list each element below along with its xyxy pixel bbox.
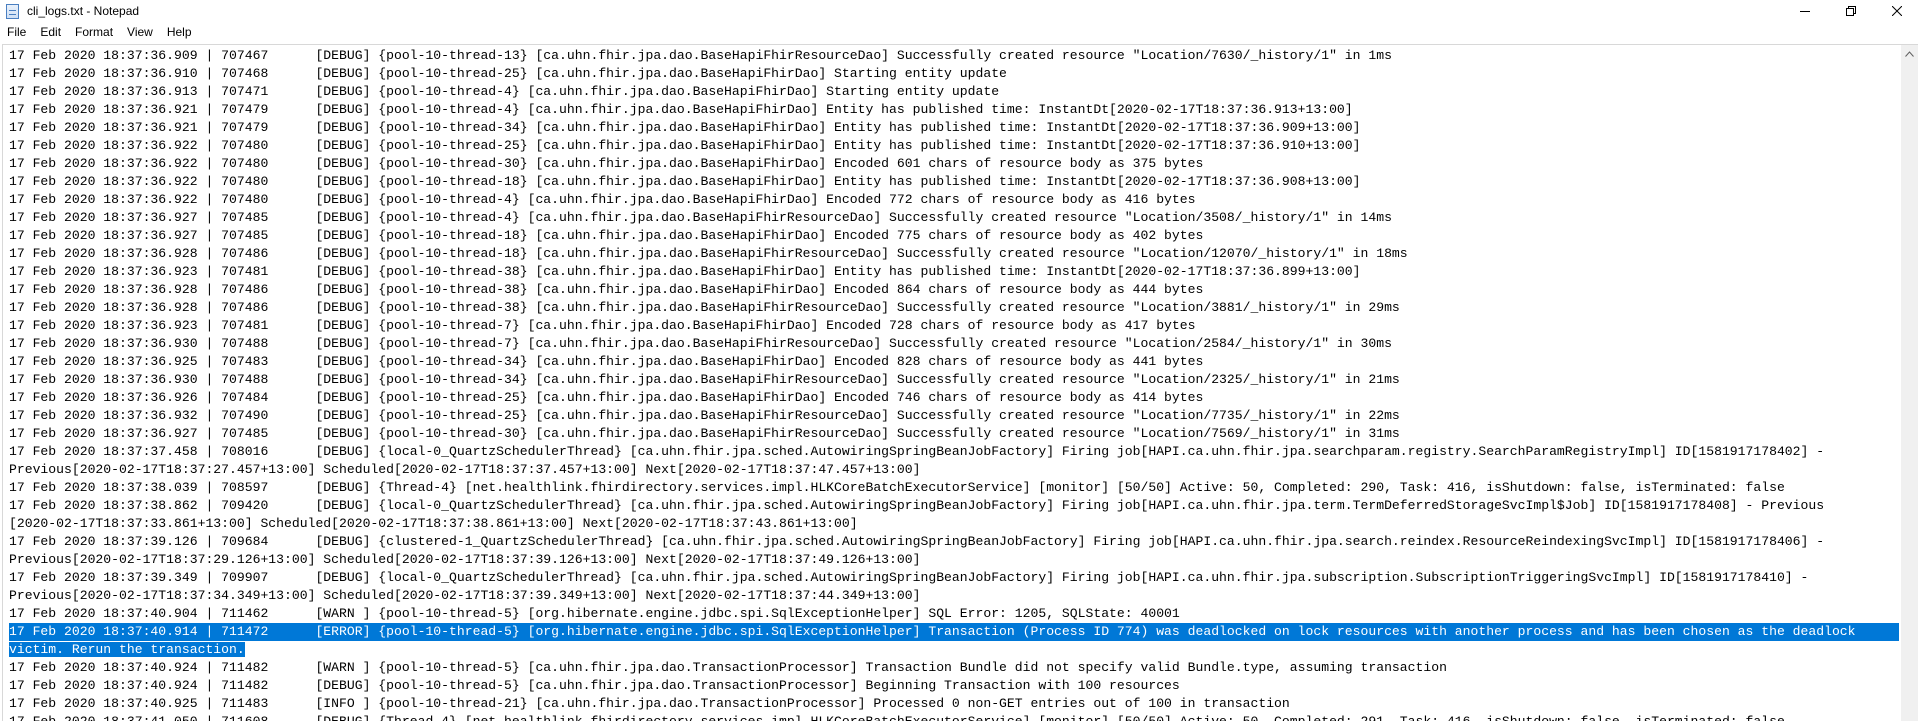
- log-line[interactable]: victim. Rerun the transaction.: [9, 641, 1899, 659]
- log-line[interactable]: 17 Feb 2020 18:37:38.862 | 709420 [DEBUG…: [9, 497, 1899, 515]
- log-line[interactable]: 17 Feb 2020 18:37:41.050 | 711608 [DEBUG…: [9, 713, 1899, 721]
- log-line[interactable]: Previous[2020-02-17T18:37:27.457+13:00] …: [9, 461, 1899, 479]
- close-button[interactable]: [1874, 0, 1920, 22]
- minimize-button[interactable]: [1782, 0, 1828, 22]
- log-line[interactable]: 17 Feb 2020 18:37:36.913 | 707471 [DEBUG…: [9, 83, 1899, 101]
- vertical-scrollbar[interactable]: [1901, 45, 1918, 721]
- log-line[interactable]: 17 Feb 2020 18:37:36.923 | 707481 [DEBUG…: [9, 317, 1899, 335]
- log-line[interactable]: 17 Feb 2020 18:37:36.927 | 707485 [DEBUG…: [9, 227, 1899, 245]
- close-icon: [1892, 6, 1902, 16]
- menu-bar: File Edit Format View Help: [0, 22, 1920, 42]
- text-editor[interactable]: 17 Feb 2020 18:37:36.909 | 707467 [DEBUG…: [2, 44, 1918, 721]
- menu-view[interactable]: View: [120, 22, 160, 42]
- log-line[interactable]: 17 Feb 2020 18:37:36.927 | 707485 [DEBUG…: [9, 425, 1899, 443]
- log-line[interactable]: 17 Feb 2020 18:37:36.922 | 707480 [DEBUG…: [9, 173, 1899, 191]
- log-line[interactable]: 17 Feb 2020 18:37:36.930 | 707488 [DEBUG…: [9, 371, 1899, 389]
- menu-help[interactable]: Help: [160, 22, 199, 42]
- text-content[interactable]: 17 Feb 2020 18:37:36.909 | 707467 [DEBUG…: [9, 47, 1899, 721]
- log-line[interactable]: 17 Feb 2020 18:37:37.458 | 708016 [DEBUG…: [9, 443, 1899, 461]
- log-line[interactable]: 17 Feb 2020 18:37:36.928 | 707486 [DEBUG…: [9, 245, 1899, 263]
- selected-text: victim. Rerun the transaction.: [9, 642, 245, 657]
- log-line[interactable]: [2020-02-17T18:37:33.861+13:00] Schedule…: [9, 515, 1899, 533]
- log-line[interactable]: 17 Feb 2020 18:37:36.925 | 707483 [DEBUG…: [9, 353, 1899, 371]
- log-line[interactable]: 17 Feb 2020 18:37:40.924 | 711482 [WARN …: [9, 659, 1899, 677]
- log-line[interactable]: 17 Feb 2020 18:37:36.910 | 707468 [DEBUG…: [9, 65, 1899, 83]
- log-line[interactable]: 17 Feb 2020 18:37:36.922 | 707480 [DEBUG…: [9, 155, 1899, 173]
- log-line[interactable]: 17 Feb 2020 18:37:36.922 | 707480 [DEBUG…: [9, 191, 1899, 209]
- log-line[interactable]: 17 Feb 2020 18:37:38.039 | 708597 [DEBUG…: [9, 479, 1899, 497]
- log-line[interactable]: 17 Feb 2020 18:37:36.927 | 707485 [DEBUG…: [9, 209, 1899, 227]
- window-title: cli_logs.txt - Notepad: [27, 4, 140, 18]
- log-line[interactable]: 17 Feb 2020 18:37:40.924 | 711482 [DEBUG…: [9, 677, 1899, 695]
- log-line[interactable]: 17 Feb 2020 18:37:40.925 | 711483 [INFO …: [9, 695, 1899, 713]
- menu-file[interactable]: File: [0, 22, 33, 42]
- log-line[interactable]: 17 Feb 2020 18:37:39.126 | 709684 [DEBUG…: [9, 533, 1899, 551]
- log-line[interactable]: 17 Feb 2020 18:37:36.928 | 707486 [DEBUG…: [9, 281, 1899, 299]
- title-bar: cli_logs.txt - Notepad: [0, 0, 1920, 22]
- window-controls: [1782, 0, 1920, 22]
- log-line[interactable]: 17 Feb 2020 18:37:36.922 | 707480 [DEBUG…: [9, 137, 1899, 155]
- log-line[interactable]: 17 Feb 2020 18:37:40.904 | 711462 [WARN …: [9, 605, 1899, 623]
- notepad-icon: [6, 3, 19, 19]
- restore-button[interactable]: [1828, 0, 1874, 22]
- log-line[interactable]: 17 Feb 2020 18:37:40.914 | 711472 [ERROR…: [9, 623, 1899, 641]
- restore-icon: [1846, 6, 1856, 16]
- scroll-up-button[interactable]: [1901, 45, 1918, 62]
- menu-edit[interactable]: Edit: [33, 22, 68, 42]
- log-line[interactable]: 17 Feb 2020 18:37:36.923 | 707481 [DEBUG…: [9, 263, 1899, 281]
- log-line[interactable]: 17 Feb 2020 18:37:36.909 | 707467 [DEBUG…: [9, 47, 1899, 65]
- log-line[interactable]: Previous[2020-02-17T18:37:34.349+13:00] …: [9, 587, 1899, 605]
- log-line[interactable]: 17 Feb 2020 18:37:36.921 | 707479 [DEBUG…: [9, 119, 1899, 137]
- log-line[interactable]: 17 Feb 2020 18:37:36.921 | 707479 [DEBUG…: [9, 101, 1899, 119]
- log-line[interactable]: Previous[2020-02-17T18:37:29.126+13:00] …: [9, 551, 1899, 569]
- log-line[interactable]: 17 Feb 2020 18:37:36.928 | 707486 [DEBUG…: [9, 299, 1899, 317]
- log-line[interactable]: 17 Feb 2020 18:37:36.930 | 707488 [DEBUG…: [9, 335, 1899, 353]
- log-line[interactable]: 17 Feb 2020 18:37:36.926 | 707484 [DEBUG…: [9, 389, 1899, 407]
- log-line[interactable]: 17 Feb 2020 18:37:36.932 | 707490 [DEBUG…: [9, 407, 1899, 425]
- chevron-up-icon: [1905, 50, 1914, 57]
- log-line[interactable]: 17 Feb 2020 18:37:39.349 | 709907 [DEBUG…: [9, 569, 1899, 587]
- menu-format[interactable]: Format: [68, 22, 120, 42]
- minimize-icon: [1800, 11, 1810, 12]
